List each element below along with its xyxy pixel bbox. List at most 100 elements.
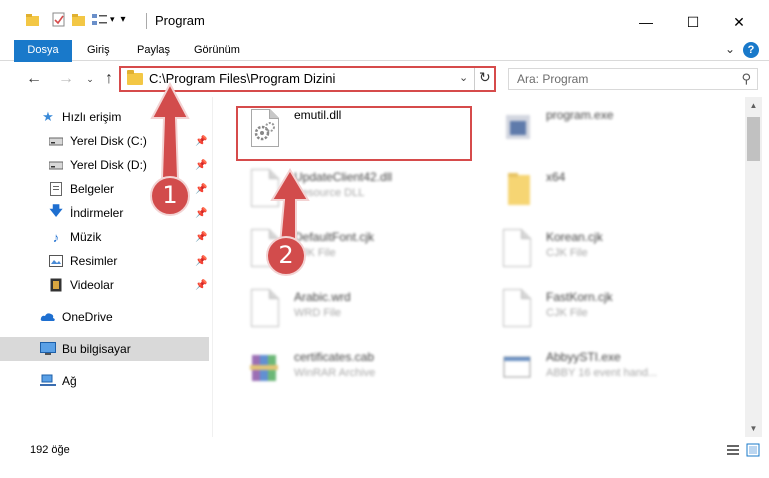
document-file-icon: [500, 287, 534, 331]
tab-home[interactable]: Giriş: [87, 40, 110, 61]
pictures-icon: [48, 253, 64, 269]
file-item-updateclient-dll[interactable]: UpdateClient42.dll Resource DLL: [224, 161, 464, 217]
winrar-archive-icon: [248, 347, 282, 391]
file-type: ABBY 16 event hand...: [546, 367, 658, 379]
file-name: program.exe: [546, 108, 614, 122]
sidebar-item-label: Ağ: [62, 374, 77, 388]
view-options-icon[interactable]: [92, 13, 108, 27]
file-item-arabic-wrd[interactable]: Arabic.wrd WRD File: [224, 281, 464, 337]
sidebar-item-label: Yerel Disk (C:): [70, 134, 147, 148]
folder-icon[interactable]: [26, 13, 40, 27]
annotation-step-2: 2: [266, 236, 306, 276]
chevron-down-icon[interactable]: ▾: [110, 14, 115, 25]
computer-icon: [40, 341, 56, 357]
pin-icon[interactable]: 📌: [195, 136, 207, 147]
close-button[interactable]: ✕: [719, 8, 759, 36]
sidebar-item-onedrive[interactable]: OneDrive: [0, 305, 209, 329]
address-separator: [474, 68, 475, 90]
star-icon: ★: [42, 109, 54, 124]
sidebar-item-videos[interactable]: Videolar 📌: [0, 273, 209, 297]
file-item-program-exe[interactable]: program.exe: [476, 101, 716, 157]
file-item-defaultfont-cjk[interactable]: DefaultFont.cjk CJK File: [224, 221, 464, 277]
file-item-abbyysti-exe[interactable]: AbbyySTI.exe ABBY 16 event hand...: [476, 341, 716, 397]
forward-button[interactable]: →: [56, 68, 76, 90]
properties-icon[interactable]: [52, 12, 66, 27]
pin-icon[interactable]: 📌: [195, 232, 207, 243]
minimize-button[interactable]: —: [626, 8, 666, 36]
tab-share[interactable]: Paylaş: [137, 40, 170, 61]
sidebar-item-pictures[interactable]: Resimler 📌: [0, 249, 209, 273]
large-icons-view-icon[interactable]: [746, 443, 760, 457]
folder-icon: [500, 167, 534, 211]
title-separator: [146, 13, 147, 29]
sidebar-item-label: OneDrive: [62, 310, 113, 324]
title-bar: ▾ ▾ Program — ☐ ✕: [0, 0, 769, 40]
back-button[interactable]: ←: [24, 68, 44, 90]
file-name: certificates.cab: [294, 350, 375, 364]
details-view-icon[interactable]: [726, 443, 740, 457]
window-title: Program: [155, 13, 205, 28]
file-item-korean-cjk[interactable]: Korean.cjk CJK File: [476, 221, 716, 277]
status-bar: 192 öğe: [0, 437, 769, 478]
navigation-bar: ← → ⌄ ↑ C:\Program Files\Program Dizini …: [0, 62, 769, 96]
file-type: WinRAR Archive: [294, 367, 376, 379]
file-name: x64: [546, 170, 566, 184]
recent-locations-chevron-icon[interactable]: ⌄: [80, 68, 100, 90]
document-file-icon: [500, 227, 534, 271]
sidebar-item-label: Hızlı erişim: [62, 110, 122, 124]
search-input[interactable]: Ara: Program ⚲: [508, 68, 758, 90]
file-name: Korean.cjk: [546, 230, 603, 244]
file-item-fastkorn-cjk[interactable]: FastKorn.cjk CJK File: [476, 281, 716, 337]
customize-toolbar-icon[interactable]: ▾: [121, 14, 126, 25]
highlight-box: [236, 106, 472, 161]
address-path[interactable]: C:\Program Files\Program Dizini: [149, 71, 335, 86]
refresh-icon[interactable]: ↻: [479, 69, 491, 86]
sidebar-item-local-disk-d[interactable]: Yerel Disk (D:) 📌: [0, 153, 209, 177]
cloud-icon: [40, 309, 56, 325]
download-arrow-icon: 🡇: [49, 203, 63, 218]
pin-icon[interactable]: 📌: [195, 184, 207, 195]
file-type: WRD File: [294, 307, 342, 319]
file-item-x64-folder[interactable]: x64: [476, 161, 716, 217]
sidebar-item-label: Resimler: [70, 254, 118, 268]
file-item-certificates-cab[interactable]: certificates.cab WinRAR Archive: [224, 341, 464, 397]
up-button[interactable]: ↑: [99, 68, 119, 90]
tab-view[interactable]: Görünüm: [194, 40, 240, 61]
pin-icon[interactable]: 📌: [195, 208, 207, 219]
sidebar-item-label: Müzik: [70, 230, 102, 244]
scroll-thumb[interactable]: [747, 117, 760, 161]
exe-file-icon: [500, 107, 534, 151]
pin-icon[interactable]: 📌: [195, 280, 207, 291]
file-type: CJK File: [546, 307, 588, 319]
dll-file-icon: [248, 167, 282, 211]
file-name: Arabic.wrd: [294, 290, 351, 304]
help-button[interactable]: ?: [743, 42, 759, 58]
folder-icon: [127, 70, 143, 85]
address-bar[interactable]: C:\Program Files\Program Dizini ⌄ ↻: [119, 66, 496, 92]
scroll-down-arrow-icon[interactable]: ▼: [745, 420, 762, 437]
sidebar-item-network[interactable]: Ağ: [0, 369, 209, 393]
maximize-button[interactable]: ☐: [673, 8, 713, 36]
sidebar-item-music[interactable]: ♪ Müzik 📌: [0, 225, 209, 249]
pin-icon[interactable]: 📌: [195, 160, 207, 171]
sidebar-item-label: İndirmeler: [70, 206, 124, 220]
search-icon[interactable]: ⚲: [741, 71, 751, 87]
item-count: 192 öğe: [30, 444, 70, 456]
sidebar-item-quick-access[interactable]: ★ Hızlı erişim: [0, 105, 209, 129]
annotation-step-1: 1: [150, 176, 190, 216]
film-icon: [48, 277, 64, 293]
sidebar-item-this-pc[interactable]: Bu bilgisayar: [0, 337, 209, 361]
new-folder-icon[interactable]: [72, 13, 86, 27]
sidebar-item-local-disk-c[interactable]: Yerel Disk (C:) 📌: [0, 129, 209, 153]
network-icon: [40, 373, 56, 389]
sidebar-item-label: Belgeler: [70, 182, 115, 196]
navigation-pane: ★ Hızlı erişim Yerel Disk (C:) 📌 Yerel D…: [0, 97, 213, 437]
address-dropdown-icon[interactable]: ⌄: [459, 71, 468, 84]
file-name: FastKorn.cjk: [546, 290, 613, 304]
vertical-scrollbar[interactable]: ▲ ▼: [745, 97, 762, 437]
pin-icon[interactable]: 📌: [195, 256, 207, 267]
sidebar-item-label: Bu bilgisayar: [62, 342, 131, 356]
quick-access-toolbar: ▾ ▾: [26, 12, 126, 27]
scroll-up-arrow-icon[interactable]: ▲: [745, 97, 762, 114]
expand-ribbon-icon[interactable]: ⌄: [725, 42, 735, 56]
